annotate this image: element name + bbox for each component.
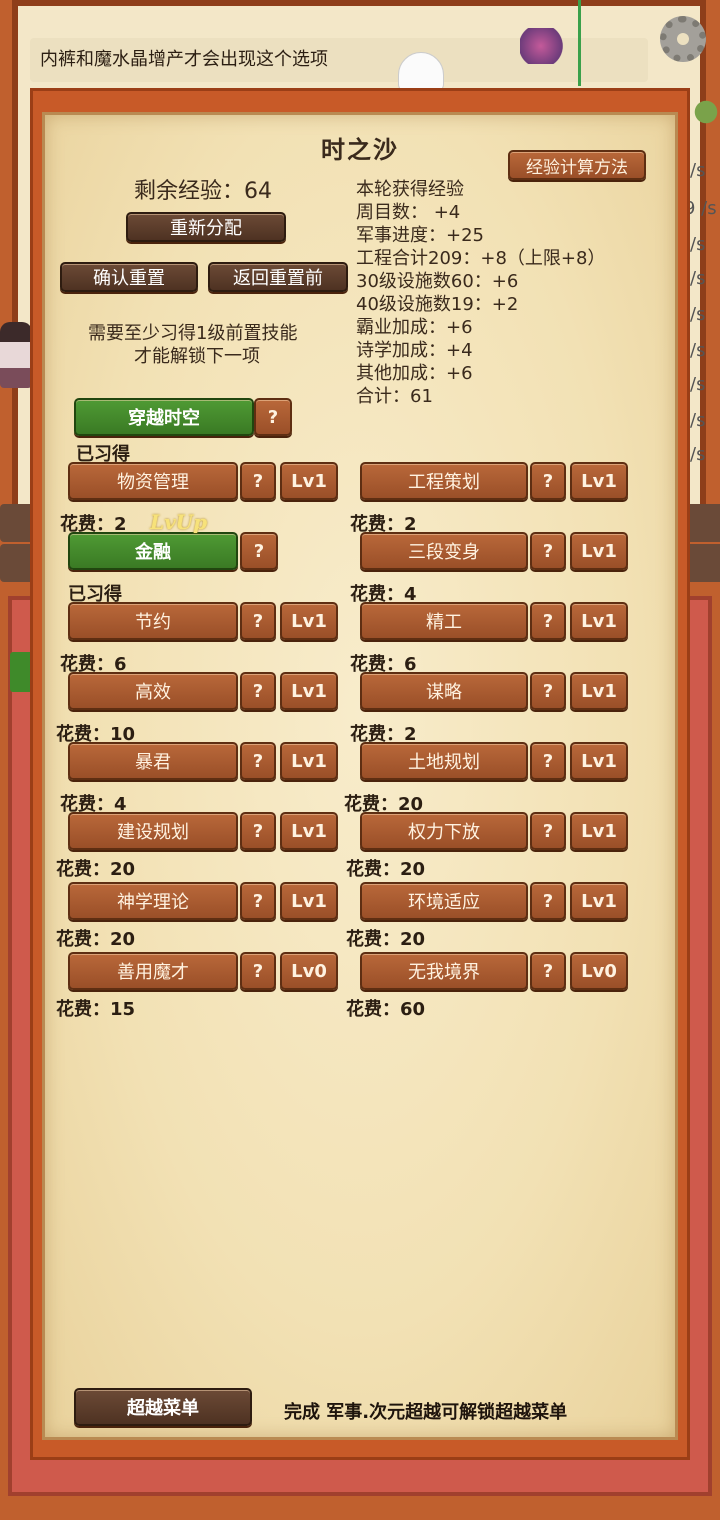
skill-button-finance[interactable]: 金融 [68, 532, 238, 570]
skill-help-button[interactable]: ? [240, 672, 276, 710]
skill-help-button[interactable]: ? [530, 812, 566, 850]
skill-button[interactable]: 建设规划 [68, 812, 238, 850]
skill-level-badge[interactable]: Lv1 [570, 882, 628, 920]
skill-cost: 花费：20 [56, 929, 136, 950]
skill-button[interactable]: 善用魔才 [68, 952, 238, 990]
skill-button[interactable]: 权力下放 [360, 812, 528, 850]
super-menu-button[interactable]: 超越菜单 [74, 1388, 252, 1426]
skill-help-button[interactable]: ? [240, 812, 276, 850]
skill-level-badge[interactable]: Lv1 [570, 812, 628, 850]
exp-breakdown-line: 工程合计209：+8（上限+8） [356, 248, 606, 269]
revert-reset-button[interactable]: 返回重置前 [208, 262, 348, 292]
skill-button[interactable]: 高效 [68, 672, 238, 710]
skill-help-button[interactable]: ? [530, 602, 566, 640]
skill-help-button[interactable]: ? [240, 462, 276, 500]
monster-sprite [520, 28, 572, 64]
skill-button[interactable]: 三段变身 [360, 532, 528, 570]
rate-label: /s [690, 234, 706, 255]
rate-label: /s [690, 340, 706, 361]
exp-breakdown-line: 霸业加成：+6 [356, 317, 473, 338]
prereq-note: 才能解锁下一项 [134, 346, 260, 367]
background-button[interactable] [686, 544, 720, 582]
skill-help-button[interactable]: ? [240, 602, 276, 640]
skill-level-badge[interactable]: Lv1 [570, 462, 628, 500]
confirm-reset-button[interactable]: 确认重置 [60, 262, 198, 292]
skill-help-button[interactable]: ? [240, 952, 276, 990]
skill-help-button[interactable]: ? [530, 742, 566, 780]
skill-level-badge[interactable]: Lv1 [570, 672, 628, 710]
super-menu-note: 完成 军事.次元超越可解锁超越菜单 [284, 1402, 568, 1423]
skill-level-badge[interactable]: Lv1 [280, 882, 338, 920]
reallocate-button[interactable]: 重新分配 [126, 212, 286, 242]
exp-breakdown-line: 合计：61 [356, 386, 433, 407]
exp-breakdown: 本轮获得经验 周目数： +4 军事进度：+25 工程合计209：+8（上限+8）… [356, 178, 605, 408]
skill-button[interactable]: 精工 [360, 602, 528, 640]
skill-help-button[interactable]: ? [530, 462, 566, 500]
background-button[interactable] [686, 504, 720, 542]
skill-help-button[interactable]: ? [254, 398, 292, 436]
skill-help-button[interactable]: ? [240, 532, 278, 570]
exp-breakdown-line: 其他加成：+6 [356, 363, 473, 384]
skill-button[interactable]: 无我境界 [360, 952, 528, 990]
skill-cost: 花费：15 [56, 999, 136, 1020]
skill-help-button[interactable]: ? [530, 532, 566, 570]
rate-label: /s [690, 374, 706, 395]
exp-breakdown-line: 本轮获得经验 [356, 179, 464, 200]
skill-button[interactable]: 神学理论 [68, 882, 238, 920]
exp-calc-button[interactable]: 经验计算方法 [508, 150, 646, 180]
skill-help-button[interactable]: ? [240, 742, 276, 780]
skill-help-button[interactable]: ? [530, 952, 566, 990]
ghost-sprite [398, 52, 444, 92]
skill-cost: 花费：60 [346, 999, 426, 1020]
exp-breakdown-line: 周目数： +4 [356, 202, 461, 223]
skill-cost: 花费：20 [56, 859, 136, 880]
skill-help-button[interactable]: ? [240, 882, 276, 920]
skill-button[interactable]: 环境适应 [360, 882, 528, 920]
skill-help-button[interactable]: ? [530, 882, 566, 920]
exp-breakdown-line: 军事进度：+25 [356, 225, 484, 246]
skill-level-badge[interactable]: Lv1 [280, 462, 338, 500]
skill-level-badge[interactable]: Lv1 [570, 602, 628, 640]
skill-cost: 花费：20 [346, 859, 426, 880]
skill-cost: 花费：20 [346, 929, 426, 950]
prereq-note: 需要至少习得1级前置技能 [88, 323, 298, 344]
skill-level-badge[interactable]: Lv1 [280, 742, 338, 780]
skill-button[interactable]: 物资管理 [68, 462, 238, 500]
rate-label: /s [690, 304, 706, 325]
exp-breakdown-line: 30级设施数60：+6 [356, 271, 519, 292]
skill-level-badge[interactable]: Lv1 [280, 672, 338, 710]
exp-breakdown-line: 40级设施数19：+2 [356, 294, 519, 315]
skill-button[interactable]: 谋略 [360, 672, 528, 710]
skill-level-badge[interactable]: Lv1 [570, 742, 628, 780]
skill-button[interactable]: 暴君 [68, 742, 238, 780]
skill-button-time-travel[interactable]: 穿越时空 [74, 398, 254, 436]
skill-help-button[interactable]: ? [530, 672, 566, 710]
rate-label: /s [690, 410, 706, 431]
skill-level-badge[interactable]: Lv0 [570, 952, 628, 990]
skill-level-badge[interactable]: Lv0 [280, 952, 338, 990]
skill-level-badge[interactable]: Lv1 [280, 602, 338, 640]
skill-level-badge[interactable]: Lv1 [280, 812, 338, 850]
goblin-sprite [692, 92, 720, 132]
skill-cost: 花费：2 [60, 514, 127, 535]
exp-breakdown-line: 诗学加成：+4 [356, 340, 473, 361]
skill-level-badge[interactable]: Lv1 [570, 532, 628, 570]
skill-button[interactable]: 土地规划 [360, 742, 528, 780]
remaining-exp: 剩余经验：64 [134, 179, 272, 204]
rate-label: /s [690, 444, 706, 465]
rate-label: /s [690, 268, 706, 289]
skill-button[interactable]: 节约 [68, 602, 238, 640]
gear-icon[interactable] [660, 16, 706, 62]
skill-button[interactable]: 工程策划 [360, 462, 528, 500]
character-sprite [0, 322, 32, 388]
lvup-indicator: LvUp [150, 510, 208, 534]
rope-decoration [578, 0, 581, 86]
